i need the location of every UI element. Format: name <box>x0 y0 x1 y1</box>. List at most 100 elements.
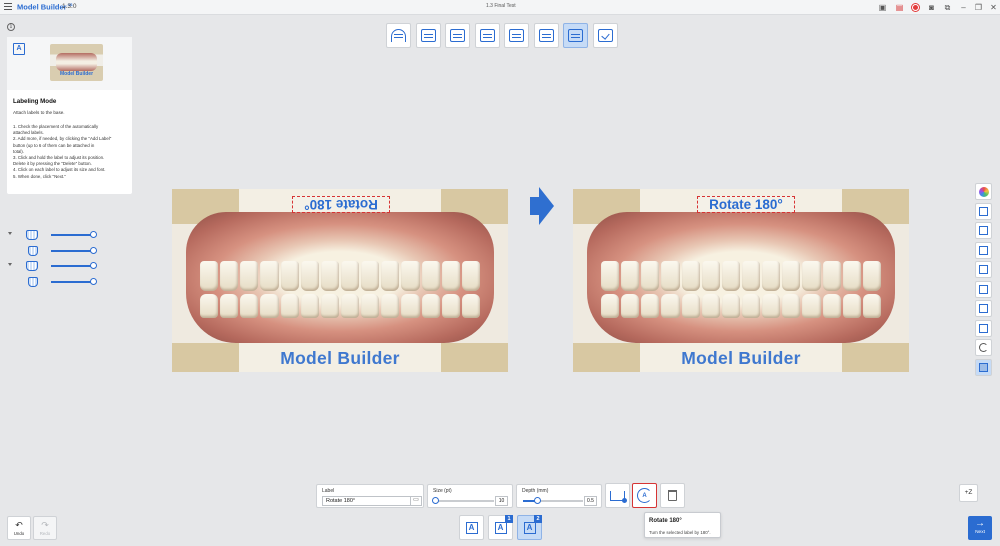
tooltip-title: Rotate 180° <box>649 518 682 524</box>
info-icon[interactable]: i <box>7 23 15 31</box>
step-model-button[interactable] <box>533 23 559 48</box>
window-mode-icon[interactable]: ⧉ <box>943 3 952 12</box>
transparency-slider-knob[interactable] <box>90 247 97 254</box>
redo-icon: ↷ <box>41 520 49 530</box>
model-before-rotation[interactable]: Rotate 180° Model Builder <box>172 189 508 372</box>
undo-button[interactable]: ↶ Undo <box>7 516 31 540</box>
label-icon: A <box>523 521 536 534</box>
base-attach-icon <box>610 490 627 503</box>
redo-button[interactable]: ↷ Redo <box>33 516 57 540</box>
transparency-slider-track[interactable] <box>51 250 93 252</box>
view-right-button[interactable] <box>975 261 992 278</box>
menu-icon[interactable] <box>4 3 12 10</box>
step-trim-button[interactable] <box>445 23 470 48</box>
record-icon[interactable] <box>912 4 919 11</box>
thumbnail-label: Model Builder <box>59 71 94 77</box>
view-back-button[interactable] <box>975 222 992 239</box>
label-1-badge: 1 <box>505 515 513 523</box>
view-bottom-button[interactable] <box>975 300 992 317</box>
label-icon: A <box>494 521 507 534</box>
rotate-label-icon: A <box>637 488 652 503</box>
screen-record-icon[interactable]: ▤ <box>895 3 904 12</box>
transparency-slider-knob[interactable] <box>90 231 97 238</box>
tree-row-upper-model <box>7 245 97 257</box>
step-data-import-button[interactable] <box>386 23 411 48</box>
label-text-input[interactable]: Rotate 180° <box>322 496 422 506</box>
label-1-button[interactable]: A1 <box>488 515 513 540</box>
next-button[interactable]: → Next <box>968 516 992 540</box>
cube-iso-icon <box>979 323 988 333</box>
view-toolbar <box>975 183 992 376</box>
cube-right-icon <box>979 265 988 274</box>
selected-label-flipped[interactable]: Rotate 180° <box>292 196 390 213</box>
color-mode-button[interactable] <box>975 183 992 200</box>
tree-row-lower-model <box>7 276 97 288</box>
workflow-toolbar <box>386 23 618 48</box>
transparency-slider-track[interactable] <box>51 234 93 236</box>
step-base-button[interactable] <box>474 23 500 48</box>
label-mode-bar: A A1 A2 <box>459 515 542 540</box>
reset-view-button[interactable] <box>975 339 992 356</box>
undo-label: Undo <box>13 531 25 536</box>
view-front-button[interactable] <box>975 202 992 220</box>
view-iso-button[interactable] <box>975 319 992 337</box>
base-brand-label[interactable]: Model Builder <box>573 348 909 369</box>
view-top-button[interactable] <box>975 280 992 298</box>
base-brand-label[interactable]: Model Builder <box>172 348 508 369</box>
depth-slider-track[interactable] <box>523 500 583 502</box>
lower-base-icon[interactable] <box>26 261 38 271</box>
transparency-slider-track[interactable] <box>51 281 93 283</box>
step-alignment-button[interactable] <box>415 23 441 48</box>
collapse-caret-icon[interactable] <box>8 232 12 235</box>
upper-base-icon[interactable] <box>26 230 38 240</box>
label-2-button[interactable]: A2 <box>517 515 542 540</box>
upper-model-icon[interactable] <box>28 246 38 256</box>
lower-teeth <box>200 294 480 324</box>
transparency-slider-knob[interactable] <box>90 278 97 285</box>
depth-group: Depth (mm) 0.5 <box>516 484 602 508</box>
depth-slider-knob[interactable] <box>534 497 541 504</box>
lower-model-icon[interactable] <box>28 277 38 287</box>
guide-panel: A Model Builder Labeling Mode Attach lab… <box>7 37 132 194</box>
depth-value[interactable]: 0.5 <box>584 496 597 506</box>
attach-to-base-button[interactable] <box>605 483 630 508</box>
mesh-icon <box>979 362 988 372</box>
guide-description: Attach labels to the base. <box>13 110 65 115</box>
collapse-caret-icon[interactable] <box>8 263 12 266</box>
base-icon <box>479 29 495 42</box>
camera-icon[interactable]: ◙ <box>927 3 936 12</box>
mesh-display-button[interactable] <box>975 358 992 376</box>
transparency-slider-track[interactable] <box>51 265 93 267</box>
z-axis-button[interactable]: +Z <box>959 484 978 502</box>
add-label-icon: A <box>465 521 478 534</box>
guide-step: 5. When done, click "Next." <box>13 173 66 179</box>
labeling-icon <box>568 29 583 42</box>
selected-label-rotated[interactable]: Rotate 180° <box>697 196 795 213</box>
delete-label-button[interactable] <box>660 483 685 508</box>
add-label-button[interactable]: A <box>459 515 484 540</box>
font-settings-icon[interactable]: ▭ <box>410 496 421 506</box>
screen-capture-icon[interactable]: ▣ <box>878 3 887 12</box>
minimize-icon[interactable]: – <box>959 3 968 12</box>
rotate-icon <box>979 343 988 352</box>
restore-icon[interactable]: ❐ <box>974 3 983 12</box>
cube-bottom-icon <box>979 304 988 313</box>
size-slider-track[interactable] <box>434 500 494 502</box>
guide-illustration-area: A Model Builder <box>7 37 132 90</box>
size-slider-knob[interactable] <box>432 497 439 504</box>
model-after-rotation[interactable]: Rotate 180° Model Builder <box>573 189 909 372</box>
rotate-180-button[interactable]: A <box>632 483 657 508</box>
step-finish-button[interactable] <box>592 23 618 48</box>
close-icon[interactable]: ✕ <box>989 3 998 12</box>
step-labeling-button[interactable] <box>563 23 588 48</box>
undo-icon: ↶ <box>15 520 23 530</box>
arch-icon <box>391 29 406 42</box>
cube-front-icon <box>979 206 988 216</box>
view-left-button[interactable] <box>975 241 992 259</box>
size-value[interactable]: 10 <box>495 496 508 506</box>
label-2-badge: 2 <box>534 515 542 523</box>
transparency-slider-knob[interactable] <box>90 262 97 269</box>
step-articulator-button[interactable] <box>504 23 529 48</box>
app-version: 1.3.0 <box>62 2 77 10</box>
color-wheel-icon <box>978 186 989 197</box>
